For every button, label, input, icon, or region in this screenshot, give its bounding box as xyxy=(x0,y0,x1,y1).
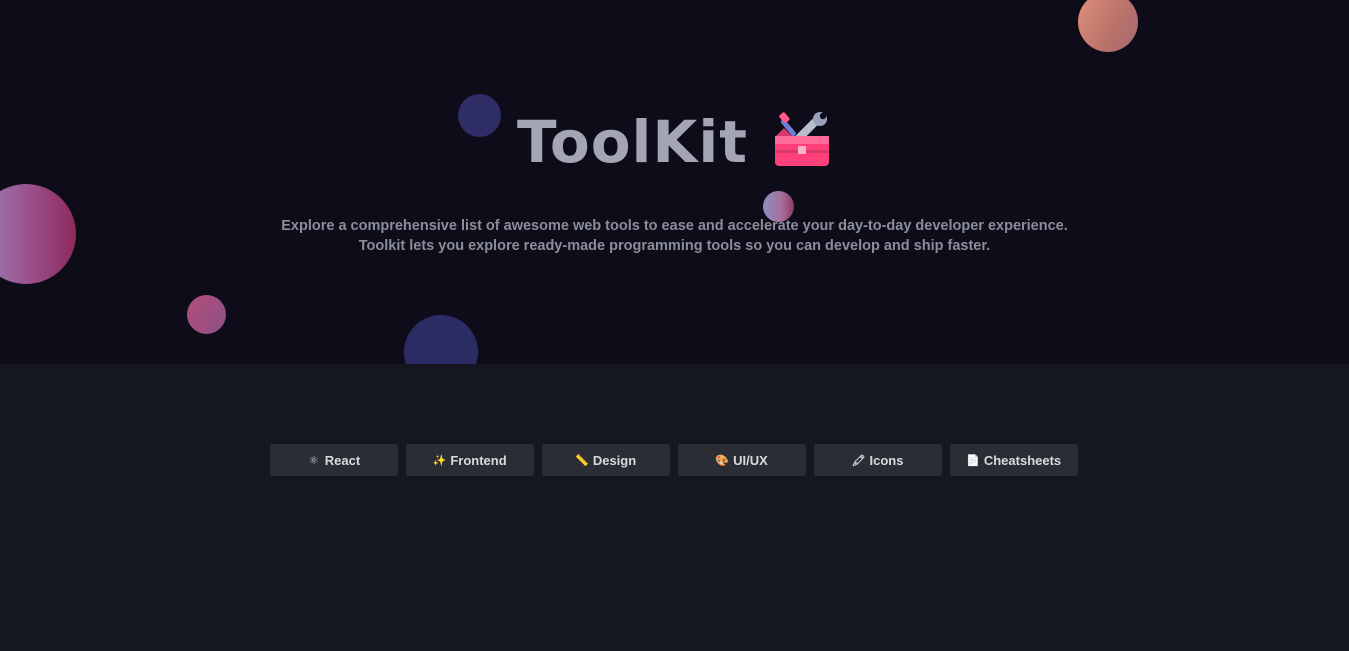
ruler-icon: 📏 xyxy=(574,454,589,467)
tag-label: React xyxy=(324,452,361,468)
decorative-bubble xyxy=(187,295,226,334)
toolbox-icon xyxy=(775,112,829,166)
sparkles-icon: ✨ xyxy=(432,454,447,467)
palette-icon: 🎨 xyxy=(715,454,730,467)
tag-label: Icons xyxy=(869,452,904,468)
tag-label: Cheatsheets xyxy=(983,452,1062,468)
subtitle-line: Explore a comprehensive list of awesome … xyxy=(281,218,1068,234)
decorative-bubble xyxy=(404,315,478,364)
pen-icon: 🖍 xyxy=(851,454,866,467)
tag-label: Design xyxy=(592,452,637,468)
tag-label: UI/UX xyxy=(733,452,768,468)
tag-icons-button[interactable]: 🖍 Icons xyxy=(814,444,942,476)
page-icon: 📄 xyxy=(966,454,980,467)
tag-uiux-button[interactable]: 🎨 UI/UX xyxy=(678,444,806,476)
tag-design-button[interactable]: 📏 Design xyxy=(542,444,670,476)
tag-cheatsheets-button[interactable]: 📄 Cheatsheets xyxy=(950,444,1078,476)
title-row: ToolKit xyxy=(0,104,1349,180)
tag-frontend-button[interactable]: ✨ Frontend xyxy=(406,444,534,476)
subtitle-line: Toolkit lets you explore ready-made prog… xyxy=(358,238,991,254)
tag-react-button[interactable]: ⚛ React xyxy=(270,444,398,476)
hero-subtitle: Explore a comprehensive list of awesome … xyxy=(0,216,1349,256)
page-title: ToolKit xyxy=(517,108,748,176)
category-filter-bar: ⚛ React ✨ Frontend 📏 Design 🎨 UI/UX 🖍 Ic… xyxy=(270,444,1078,476)
decorative-bubble xyxy=(1078,0,1138,52)
hero-section: ToolKit Explore a comprehensive list of … xyxy=(0,0,1349,364)
tag-label: Frontend xyxy=(450,452,507,468)
react-atom-icon: ⚛ xyxy=(308,454,319,467)
